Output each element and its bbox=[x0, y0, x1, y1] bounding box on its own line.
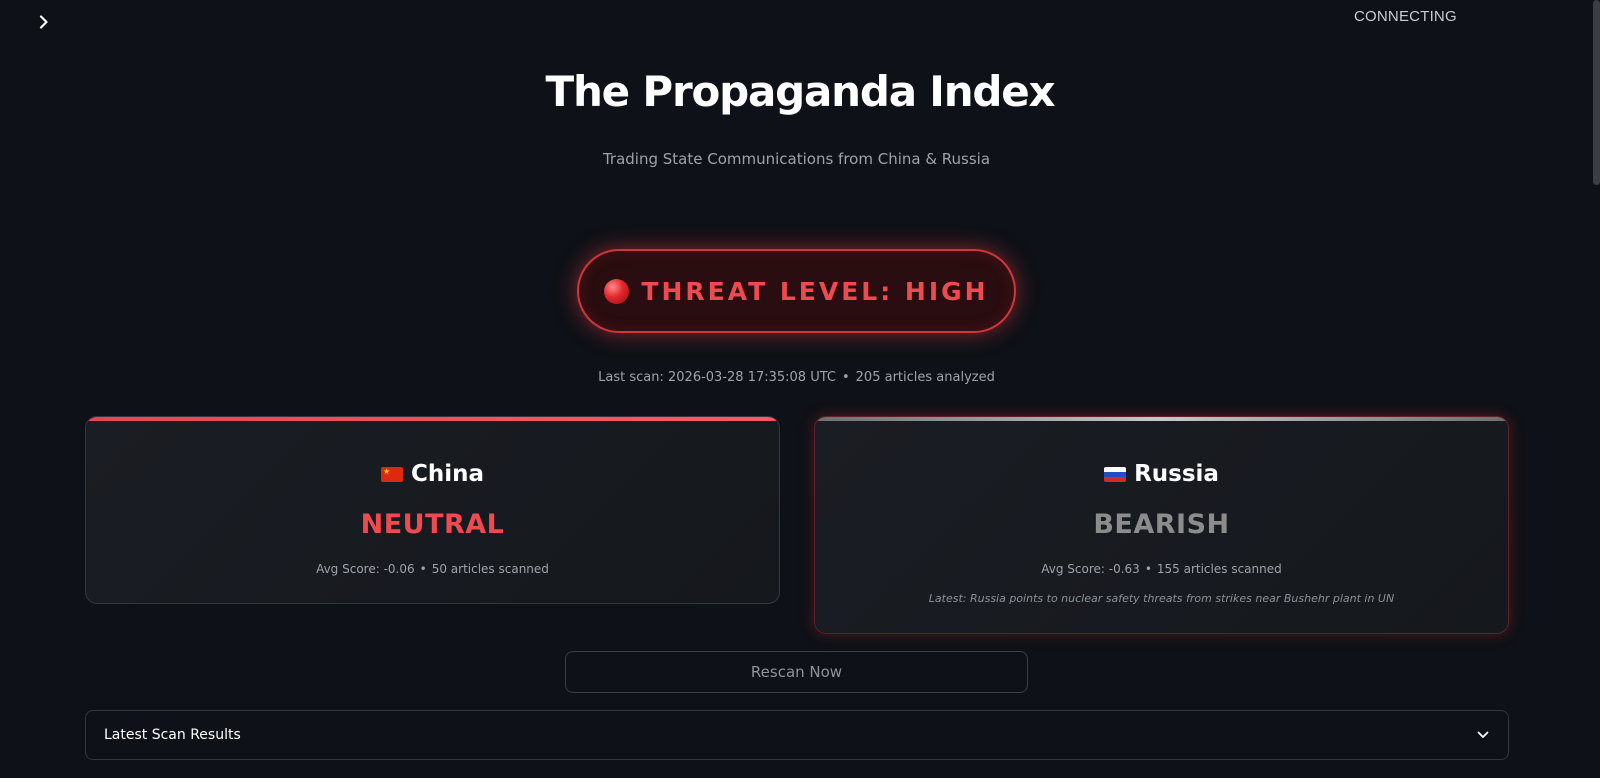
sentiment-label: NEUTRAL bbox=[360, 509, 505, 540]
country-heading: Russia bbox=[815, 461, 1508, 487]
chevron-down-icon bbox=[1477, 731, 1489, 738]
avg-score: Avg Score: -0.63 bbox=[1041, 562, 1140, 576]
threat-level-text: THREAT LEVEL: HIGH bbox=[641, 276, 989, 306]
articles-scanned: 50 articles scanned bbox=[431, 562, 549, 576]
country-card-russia: Russia BEARISH Avg Score: -0.63 • 155 arti… bbox=[814, 416, 1509, 634]
country-name: China bbox=[410, 461, 485, 487]
country-name: Russia bbox=[1134, 461, 1219, 487]
latest-headline: Latest: Russia points to nuclear safety … bbox=[928, 592, 1395, 605]
avg-score: Avg Score: -0.06 bbox=[316, 562, 415, 576]
articles-scanned: 155 articles scanned bbox=[1156, 562, 1282, 576]
threat-level-badge: THREAT LEVEL: HIGH bbox=[577, 249, 1016, 333]
card-accent-bar bbox=[815, 417, 1508, 421]
page-title: The Propaganda Index bbox=[545, 67, 1056, 116]
country-stats: Avg Score: -0.63 • 155 articles scanned bbox=[815, 562, 1508, 576]
rescan-button[interactable]: Rescan Now bbox=[565, 651, 1028, 693]
sidebar-toggle-button[interactable] bbox=[32, 10, 56, 34]
separator-dot: • bbox=[1144, 562, 1152, 576]
country-heading: ★ China bbox=[86, 461, 779, 487]
scan-info: Last scan: 2026-03-28 17:35:08 UTC • 205 a… bbox=[0, 370, 1593, 385]
last-scan-time: Last scan: 2026-03-28 17:35:08 UTC bbox=[598, 370, 836, 385]
red-circle-icon bbox=[604, 278, 630, 304]
chevron-right-icon bbox=[39, 15, 48, 29]
expander-label: Latest Scan Results bbox=[104, 727, 241, 743]
country-stats: Avg Score: -0.06 • 50 articles scanned bbox=[86, 562, 779, 576]
separator-dot: • bbox=[841, 370, 850, 385]
card-accent-bar bbox=[86, 417, 779, 421]
latest-scan-results-expander[interactable]: Latest Scan Results bbox=[85, 710, 1509, 760]
country-card-china: ★ China NEUTRAL Avg Score: -0.06 • 50 arti… bbox=[85, 416, 780, 604]
articles-analyzed: 205 articles analyzed bbox=[855, 370, 995, 385]
china-flag-icon: ★ bbox=[380, 466, 403, 482]
app-page: CONNECTING The Propaganda Index Trading … bbox=[0, 0, 1600, 778]
separator-dot: • bbox=[419, 562, 427, 576]
connection-status: CONNECTING bbox=[1354, 8, 1457, 25]
sentiment-label: BEARISH bbox=[1093, 509, 1230, 540]
russia-flag-icon bbox=[1104, 466, 1127, 482]
page-subtitle: Trading State Communications from China … bbox=[602, 150, 991, 168]
